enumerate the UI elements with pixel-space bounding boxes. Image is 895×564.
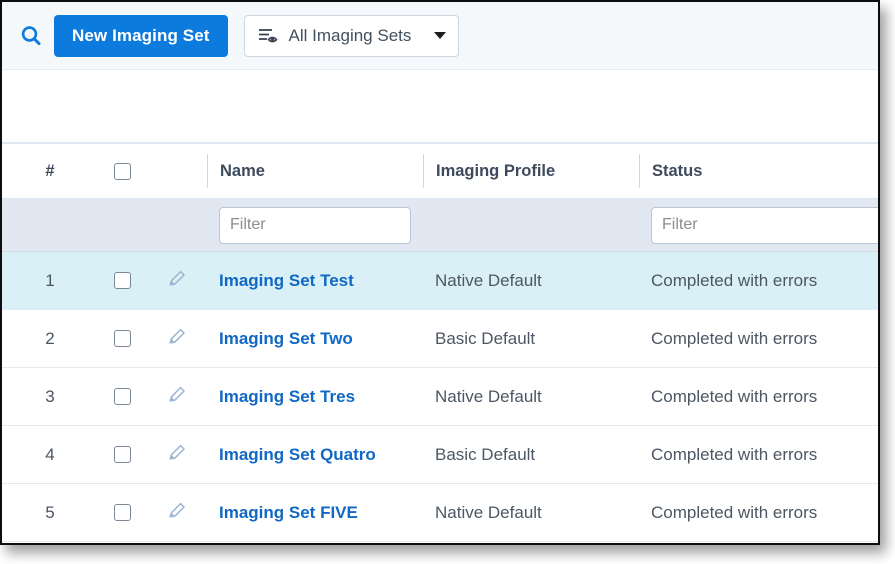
table-row[interactable]: 3 Imaging Set Tres Native Default Comple… (2, 368, 878, 426)
grid-header-row: # Name Imaging Profile Status (2, 143, 878, 199)
toolbar: New Imaging Set All Imaging Sets (2, 2, 878, 70)
column-header-status[interactable]: Status (639, 154, 878, 188)
pencil-glyph (166, 383, 188, 405)
grid-filter-row (2, 199, 878, 252)
row-imaging-profile: Native Default (423, 503, 639, 523)
row-index: 3 (2, 387, 98, 407)
row-edit-cell (146, 267, 207, 294)
table-row[interactable]: 4 Imaging Set Quatro Basic Default Compl… (2, 426, 878, 484)
row-name-link[interactable]: Imaging Set Tres (207, 387, 423, 407)
view-selector-label: All Imaging Sets (289, 26, 416, 46)
table-row[interactable]: 1 Imaging Set Test Native Default Comple… (2, 252, 878, 310)
imaging-sets-grid: # Name Imaging Profile Status 1 (2, 143, 878, 542)
column-header-profile[interactable]: Imaging Profile (423, 154, 639, 188)
list-view-eye-glyph (257, 27, 279, 45)
pencil-icon[interactable] (166, 325, 188, 347)
filter-cell-status (639, 207, 880, 244)
imaging-set-view-selector[interactable]: All Imaging Sets (244, 15, 459, 57)
row-imaging-profile: Basic Default (423, 445, 639, 465)
row-checkbox[interactable] (114, 330, 131, 347)
row-checkbox[interactable] (114, 388, 131, 405)
select-all-cell (98, 154, 146, 188)
row-status: Completed with errors (639, 387, 878, 407)
row-imaging-profile: Native Default (423, 387, 639, 407)
row-status: Completed with errors (639, 271, 878, 291)
application-window: New Imaging Set All Imaging Sets # (0, 0, 880, 545)
pencil-icon[interactable] (166, 499, 188, 521)
new-imaging-set-button[interactable]: New Imaging Set (54, 15, 228, 57)
search-icon[interactable] (14, 19, 48, 53)
row-checkbox[interactable] (114, 446, 131, 463)
pencil-glyph (166, 499, 188, 521)
table-row[interactable]: 5 Imaging Set FIVE Native Default Comple… (2, 484, 878, 542)
pencil-glyph (166, 267, 188, 289)
pencil-icon[interactable] (166, 267, 188, 289)
pencil-icon[interactable] (166, 441, 188, 463)
row-name-link[interactable]: Imaging Set Quatro (207, 445, 423, 465)
column-header-edit (146, 154, 207, 188)
pencil-glyph (166, 325, 188, 347)
pencil-icon[interactable] (166, 383, 188, 405)
row-edit-cell (146, 499, 207, 526)
row-status: Completed with errors (639, 445, 878, 465)
name-filter-input[interactable] (219, 207, 411, 244)
row-select-cell (98, 446, 146, 464)
select-all-checkbox[interactable] (114, 163, 131, 180)
row-edit-cell (146, 383, 207, 410)
column-header-name[interactable]: Name (207, 154, 423, 188)
row-select-cell (98, 388, 146, 406)
row-imaging-profile: Native Default (423, 271, 639, 291)
row-index: 4 (2, 445, 98, 465)
row-imaging-profile: Basic Default (423, 329, 639, 349)
row-select-cell (98, 504, 146, 522)
content-spacer (2, 70, 878, 143)
table-row[interactable]: 2 Imaging Set Two Basic Default Complete… (2, 310, 878, 368)
list-view-eye-icon (257, 27, 279, 45)
search-glyph (20, 25, 42, 47)
chevron-down-icon (434, 32, 446, 39)
row-index: 5 (2, 503, 98, 523)
row-checkbox[interactable] (114, 504, 131, 521)
row-checkbox[interactable] (114, 272, 131, 289)
row-index: 2 (2, 329, 98, 349)
row-name-link[interactable]: Imaging Set Test (207, 271, 423, 291)
row-select-cell (98, 330, 146, 348)
row-edit-cell (146, 325, 207, 352)
row-edit-cell (146, 441, 207, 468)
filter-cell-name (207, 207, 423, 244)
row-status: Completed with errors (639, 329, 878, 349)
pencil-glyph (166, 441, 188, 463)
row-select-cell (98, 272, 146, 290)
status-filter-input[interactable] (651, 207, 880, 244)
row-name-link[interactable]: Imaging Set FIVE (207, 503, 423, 523)
row-index: 1 (2, 271, 98, 291)
row-status: Completed with errors (639, 503, 878, 523)
column-header-index[interactable]: # (2, 154, 98, 188)
row-name-link[interactable]: Imaging Set Two (207, 329, 423, 349)
